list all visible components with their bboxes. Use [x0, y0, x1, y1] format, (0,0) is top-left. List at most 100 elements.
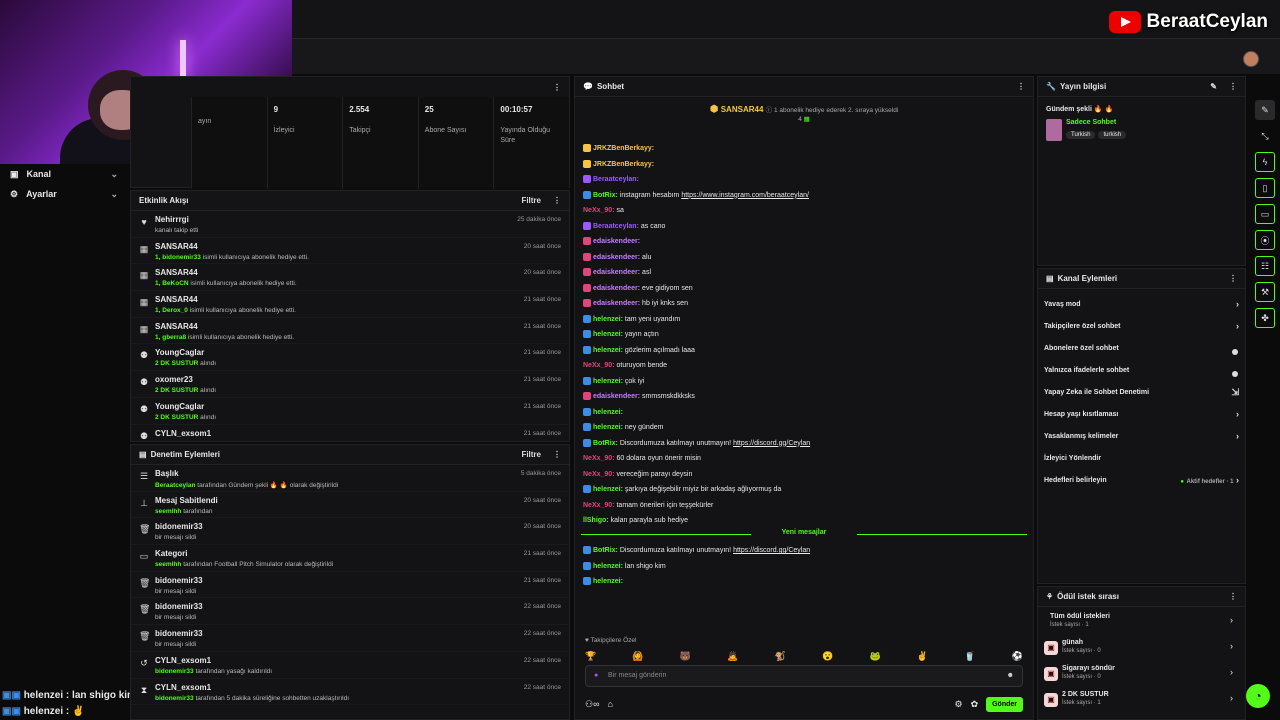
send-button[interactable]: Gönder [986, 696, 1023, 712]
emote-icon[interactable]: 🥤 [964, 651, 975, 662]
category-name[interactable]: Sadece Sohbet [1066, 119, 1129, 126]
expand-icon[interactable]: ⤡ [1255, 126, 1275, 146]
chat-username[interactable]: helenzei: [593, 424, 623, 431]
channel-option[interactable]: Yalnızca ifadelerle sohbet [1038, 359, 1245, 381]
settings-icon[interactable]: ⚙ [954, 699, 962, 710]
channel-option[interactable]: Yavaş mod › [1038, 293, 1245, 315]
list-item[interactable]: ▦ SANSAR44 1, bidonemir33 isimli kullanıcı… [131, 238, 569, 265]
chevron-right-icon[interactable]: › [1230, 641, 1233, 651]
emote-icon[interactable]: 😮 [822, 651, 833, 662]
item-title[interactable]: SANSAR44 [155, 295, 561, 304]
item-title[interactable]: bidonemir33 [155, 602, 561, 611]
item-title[interactable]: CYLN_exsom1 [155, 683, 561, 692]
item-title[interactable]: SANSAR44 [155, 242, 561, 251]
nav-item-kanal[interactable]: ▣ Kanal ⌄ [0, 164, 128, 184]
reward-item[interactable]: Tüm ödül istekleri İstek sayısı · 1 › [1038, 609, 1245, 635]
stream-tag[interactable]: Turkish [1066, 131, 1096, 139]
list-item[interactable]: ↺ CYLN_exsom1 bidonemir33 tarafından yasağ… [131, 652, 569, 679]
emote-icon[interactable]: 🐻 [680, 651, 691, 662]
mod-icon[interactable]: ✤ [1255, 308, 1275, 328]
avatar[interactable] [1243, 51, 1259, 67]
item-title[interactable]: CYLN_exsom1 [155, 429, 561, 438]
chevron-right-icon[interactable]: › [1230, 615, 1233, 625]
goal-status[interactable]: ● Aktif hedefler · 1 › [1180, 475, 1239, 485]
item-title[interactable]: Mesaj Sabitlendi [155, 496, 561, 505]
chat-username[interactable]: edaiskendeer: [593, 269, 640, 276]
connect-icon[interactable]: ⚇∞ [585, 699, 599, 710]
list-item[interactable]: 🗑 bidonemir33 bir mesajı sildi 21 saat önc… [131, 572, 569, 599]
chevron-right-icon[interactable]: › [1230, 693, 1233, 703]
chat-username[interactable]: BotRix: [593, 547, 618, 554]
chat-username[interactable]: edaiskendeer: [593, 285, 640, 292]
item-title[interactable]: oxomer23 [155, 375, 561, 384]
filter-button[interactable]: Filtre [521, 450, 541, 459]
item-title[interactable]: CYLN_exsom1 [155, 656, 561, 665]
chat-username[interactable]: BotRix: [593, 192, 618, 199]
list-item[interactable]: ▦ SANSAR44 1, gberra8 isimli kullanıcıya a… [131, 318, 569, 345]
chat-username[interactable]: BotRix: [593, 440, 618, 447]
lightning-icon[interactable]: ϟ [1255, 152, 1275, 172]
chat-username[interactable]: helenzei: [593, 316, 623, 323]
chat-username[interactable]: edaiskendeer: [593, 238, 640, 245]
chat-username[interactable]: helenzei: [593, 347, 623, 354]
more-icon[interactable]: ⋮ [553, 450, 561, 459]
chat-bubble-button[interactable]: ◔ [1246, 684, 1270, 708]
list-item[interactable]: ▭ Kategori seemihh tarafından Football Pit… [131, 545, 569, 572]
item-title[interactable]: Kategori [155, 549, 561, 558]
chat-username[interactable]: NeXx_90: [583, 362, 615, 369]
emote-icon[interactable]: 🐒 [775, 651, 786, 662]
mod-icon[interactable]: ✿ [971, 699, 979, 710]
list-item[interactable]: ⚉ YoungCaglar 2 DK SUSTUR alındı 21 saat ön… [131, 344, 569, 372]
item-title[interactable]: YoungCaglar [155, 402, 561, 411]
edit-icon[interactable]: ✎ [1255, 100, 1275, 120]
more-icon[interactable]: ⋮ [1229, 82, 1237, 91]
store-icon[interactable]: ⌂ [607, 699, 612, 709]
chat-username[interactable]: helenzei: [593, 409, 623, 416]
chat-username[interactable]: helenzei: [593, 378, 623, 385]
more-icon[interactable]: ⋮ [1017, 82, 1025, 91]
item-title[interactable]: SANSAR44 [155, 322, 561, 331]
chat-username[interactable]: JRKZBenBerkayy: [593, 145, 654, 152]
wrench-icon[interactable]: ⚒ [1255, 282, 1275, 302]
chat-username[interactable]: edaiskendeer: [593, 254, 640, 261]
item-title[interactable]: YoungCaglar [155, 348, 561, 357]
edit-icon[interactable]: ✎ [1210, 82, 1217, 91]
chevron-right-icon[interactable]: › [1236, 299, 1239, 309]
list-item[interactable]: ⚉ oxomer23 2 DK SUSTUR alındı 21 saat önce [131, 371, 569, 398]
chat-username[interactable]: Beraatceylan: [593, 223, 639, 230]
chat-username[interactable]: Beraatceylan: [593, 176, 639, 183]
chat-username[interactable]: helenzei: [593, 331, 623, 338]
item-title[interactable]: Nehirrrgi [155, 215, 561, 224]
list-item[interactable]: 🗑 bidonemir33 bir mesajı sildi 22 saat önc… [131, 598, 569, 626]
chevron-right-icon[interactable]: › [1236, 431, 1239, 441]
reward-item[interactable]: ▣ 2 DK SUSTUR İstek sayısı · 1 › [1038, 687, 1245, 713]
item-title[interactable]: bidonemir33 [155, 576, 561, 585]
channel-option[interactable]: Takipçilere özel sohbet › [1038, 315, 1245, 337]
document-icon[interactable]: ▯ [1255, 178, 1275, 198]
chat-username[interactable]: JRKZBenBerkayy: [593, 161, 654, 168]
chevron-right-icon[interactable]: › [1230, 667, 1233, 677]
channel-option[interactable]: Hedefleri belirleyin ● Aktif hedefler · 1… [1038, 469, 1245, 491]
channel-option[interactable]: Hesap yaşı kısıtlaması › [1038, 403, 1245, 425]
list-item[interactable]: ⧗ CYLN_exsom1 bidonemir33 tarafından 5 dak… [131, 679, 569, 706]
list-item[interactable]: ☰ Başlık Beraatceylan tarafından Gündem şe… [131, 465, 569, 492]
chat-icon[interactable]: ▭ [1255, 204, 1275, 224]
stream-tag[interactable]: turkish [1098, 131, 1127, 139]
pinned-user[interactable]: SANSAR44 [721, 105, 764, 114]
reward-item[interactable]: ▣ günah İstek sayısı · 0 › [1038, 635, 1245, 661]
chat-link[interactable]: https://discord.gg/Ceylan [733, 547, 810, 554]
more-icon[interactable]: ⋮ [1229, 592, 1237, 601]
emote-icon[interactable]: 🙆 [632, 651, 643, 662]
emote-icon[interactable]: ✌ [917, 651, 928, 662]
more-icon[interactable]: ⋮ [553, 196, 561, 205]
chat-username[interactable]: helenzei: [593, 578, 623, 585]
chat-username[interactable]: NeXx_90: [583, 471, 615, 478]
list-item[interactable]: ▦ SANSAR44 1, BeKoCN isimli kullanıcıya ab… [131, 264, 569, 292]
chat-username[interactable]: helenzei: [593, 563, 623, 570]
emoji-icon[interactable]: ☻ [1007, 666, 1014, 686]
chat-username[interactable]: edaiskendeer: [593, 393, 640, 400]
chat-username[interactable]: NeXx_90: [583, 455, 615, 462]
chat-username[interactable]: helenzei: [593, 486, 623, 493]
list-item[interactable]: 🗑 bidonemir33 bir mesajı sildi 20 saat önc… [131, 518, 569, 546]
item-title[interactable]: bidonemir33 [155, 522, 561, 531]
